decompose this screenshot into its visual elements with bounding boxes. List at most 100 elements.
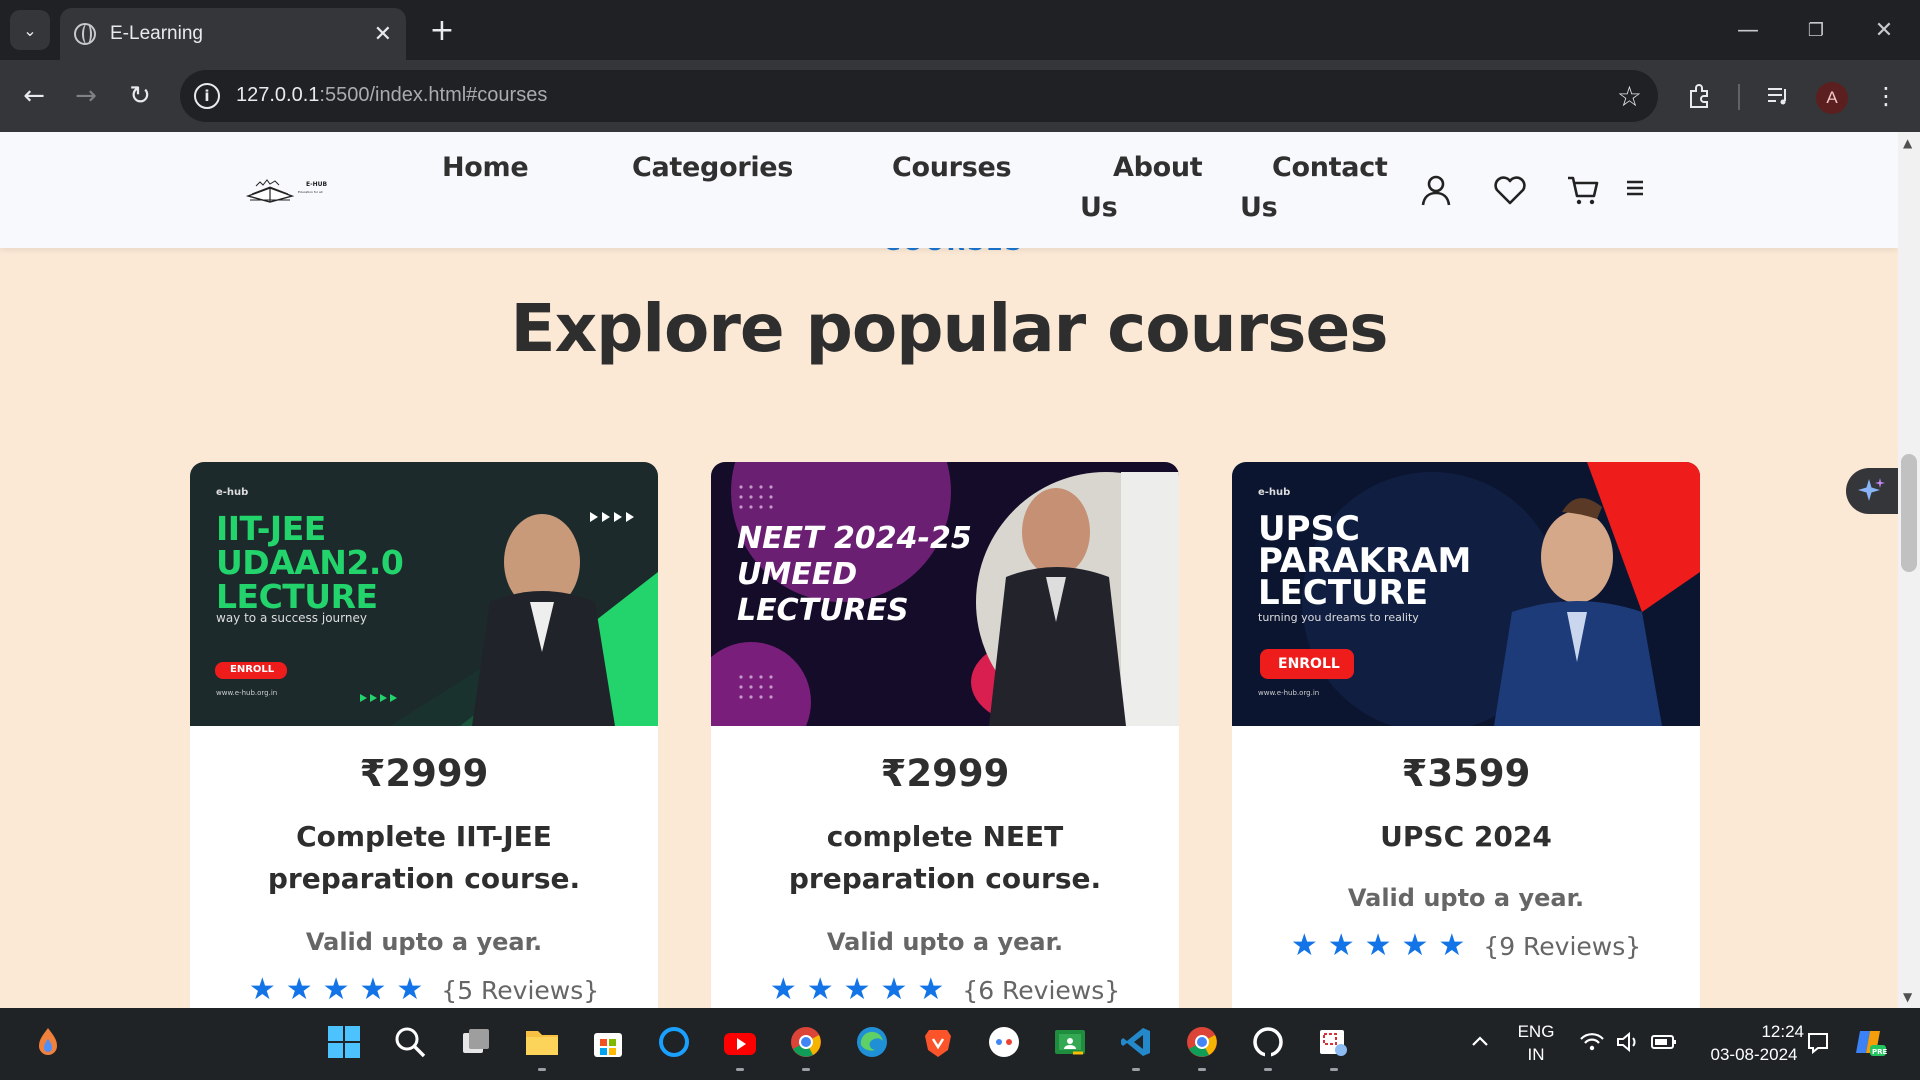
clock[interactable]: 12:24 03-08-2024	[1694, 1022, 1814, 1065]
nav-courses[interactable]: Courses	[892, 152, 1012, 183]
logo-subtitle: Education for all	[298, 190, 323, 194]
site-info-icon[interactable]: i	[194, 83, 220, 109]
ai-assistant-button[interactable]	[1846, 468, 1898, 514]
heart-icon[interactable]	[1492, 172, 1532, 212]
course-card-iit-jee[interactable]: e-hub IIT-JEE UDAAN2.0 LECTURE way to a …	[190, 462, 658, 1008]
address-bar[interactable]: i 127.0.0.1:5500/index.html#courses ☆	[180, 70, 1658, 122]
banner-brand: e-hub	[1258, 487, 1291, 498]
youtube-icon[interactable]	[720, 1022, 760, 1062]
sparkle-icon	[1858, 478, 1885, 501]
extensions-icon[interactable]	[1679, 76, 1719, 116]
book-logo-icon	[245, 179, 295, 203]
search-icon[interactable]	[390, 1022, 430, 1062]
media-controls-icon[interactable]	[1758, 76, 1798, 116]
nav-contact-line2[interactable]: Us	[1240, 192, 1278, 223]
back-button[interactable]: ←	[12, 74, 56, 118]
course-price: ₹2999	[880, 752, 1010, 795]
language-code: ENG	[1517, 1022, 1555, 1041]
battery-icon[interactable]	[1644, 1022, 1684, 1062]
reload-button[interactable]: ↻	[118, 74, 162, 118]
widgets-icon[interactable]	[28, 1022, 68, 1062]
start-icon[interactable]	[324, 1022, 364, 1062]
banner-tagline: way to a success journey	[216, 611, 367, 625]
star-rating-icons: ★★★★★	[248, 972, 434, 1007]
chevron-down-icon: ⌄	[23, 20, 37, 40]
windows-taskbar: ENG IN 12:24 03-08-2024 PRE	[0, 1008, 1920, 1080]
course-card-upsc[interactable]: e-hub UPSC PARAKRAM LECTURE turning you …	[1232, 462, 1700, 1008]
browser-tab[interactable]: E-Learning ✕	[60, 8, 406, 60]
browser-tabstrip: ⌄ E-Learning ✕ + — ❐ ✕	[0, 0, 1920, 60]
banner-site: www.e-hub.org.in	[1258, 689, 1320, 697]
close-window-button[interactable]: ✕	[1864, 10, 1904, 50]
running-indicator	[802, 1068, 810, 1071]
task-view-icon[interactable]	[456, 1022, 496, 1062]
banner-line-3: LECTURE	[1258, 573, 1429, 613]
close-tab-icon[interactable]: ✕	[374, 22, 392, 47]
clock-time: 12:24	[1761, 1022, 1804, 1041]
browser-toolbar: ← → ↻ i 127.0.0.1:5500/index.html#course…	[0, 60, 1920, 132]
file-explorer-icon[interactable]	[522, 1022, 562, 1062]
copilot-icon[interactable]: PRE	[1850, 1022, 1890, 1062]
running-indicator	[1330, 1068, 1338, 1071]
course-name: complete NEET preparation course.	[788, 820, 1102, 895]
scroll-down-arrow-icon[interactable]: ▼	[1903, 990, 1912, 1004]
review-count: {6 Reviews}	[962, 976, 1121, 1005]
nav-about-line1[interactable]: About	[1113, 152, 1203, 183]
course-price: ₹2999	[359, 752, 489, 795]
nav-about-line2[interactable]: Us	[1080, 192, 1118, 223]
address-url[interactable]: 127.0.0.1:5500/index.html#courses	[236, 84, 547, 107]
user-icon[interactable]	[1418, 172, 1458, 212]
course-card-neet[interactable]: NEET 2024-25 UMEED LECTURES ₹2999 comple…	[711, 462, 1179, 1008]
restore-button[interactable]: ❐	[1796, 10, 1836, 50]
clock-date: 03-08-2024	[1710, 1045, 1798, 1064]
tab-title: E-Learning	[110, 23, 203, 44]
cortana-icon[interactable]	[654, 1022, 694, 1062]
profile-avatar[interactable]: A	[1816, 82, 1848, 114]
edge-icon[interactable]	[852, 1022, 892, 1062]
brave-icon[interactable]	[918, 1022, 958, 1062]
language-indicator[interactable]: ENG IN	[1508, 1022, 1564, 1065]
star-rating-icons: ★★★★★	[1290, 928, 1476, 963]
github-desktop-icon[interactable]	[1248, 1022, 1288, 1062]
nav-categories[interactable]: Categories	[632, 152, 793, 183]
course-banner-neet: NEET 2024-25 UMEED LECTURES	[711, 462, 1179, 726]
nav-contact-line1[interactable]: Contact	[1272, 152, 1388, 183]
course-name: Complete IIT-JEE preparation course.	[267, 820, 581, 895]
hamburger-menu-icon[interactable]	[1624, 176, 1664, 216]
site-logo[interactable]: E-HUB Education for all	[245, 172, 338, 204]
page-viewport: E-HUB Education for all Home Categories …	[0, 132, 1898, 1008]
page-scrollbar[interactable]: ▲ ▼	[1898, 132, 1920, 1008]
app-icon[interactable]	[984, 1022, 1024, 1062]
classroom-icon[interactable]	[1050, 1022, 1090, 1062]
tab-search-button[interactable]: ⌄	[10, 10, 50, 50]
tray-chevron-up-icon[interactable]	[1460, 1022, 1500, 1062]
snipping-tool-icon[interactable]	[1314, 1022, 1354, 1062]
microsoft-store-icon[interactable]	[588, 1022, 628, 1062]
url-host: 127.0.0.1	[236, 84, 320, 106]
forward-button[interactable]: →	[64, 74, 108, 118]
course-banner-iit-jee: e-hub IIT-JEE UDAAN2.0 LECTURE way to a …	[190, 462, 658, 726]
star-rating-icons: ★★★★★	[769, 972, 955, 1007]
course-banner-upsc: e-hub UPSC PARAKRAM LECTURE turning you …	[1232, 462, 1700, 726]
banner-line-2: UMEED	[737, 557, 858, 592]
banner-tagline: turning you dreams to reality	[1258, 611, 1419, 624]
vscode-icon[interactable]	[1116, 1022, 1156, 1062]
new-tab-button[interactable]: +	[424, 12, 460, 48]
chrome-icon[interactable]	[786, 1022, 826, 1062]
banner-line-2: UDAAN2.0	[216, 543, 404, 582]
scroll-thumb[interactable]	[1901, 454, 1917, 572]
bookmark-star-icon[interactable]: ☆	[1617, 80, 1642, 113]
course-price: ₹3599	[1401, 752, 1531, 795]
minimize-button[interactable]: —	[1728, 10, 1768, 50]
cart-icon[interactable]	[1566, 172, 1606, 212]
course-validity: Valid upto a year.	[826, 928, 1064, 956]
notifications-icon[interactable]	[1798, 1022, 1838, 1062]
nav-home[interactable]: Home	[442, 152, 529, 183]
site-header: E-HUB Education for all Home Categories …	[0, 132, 1898, 248]
scroll-up-arrow-icon[interactable]: ▲	[1903, 136, 1912, 150]
wifi-icon[interactable]	[1572, 1022, 1612, 1062]
course-rating: ★★★★★ {9 Reviews}	[1232, 928, 1700, 963]
chrome-profile-icon[interactable]	[1182, 1022, 1222, 1062]
volume-icon[interactable]	[1608, 1022, 1648, 1062]
browser-menu-icon[interactable]: ⋮	[1866, 76, 1906, 116]
